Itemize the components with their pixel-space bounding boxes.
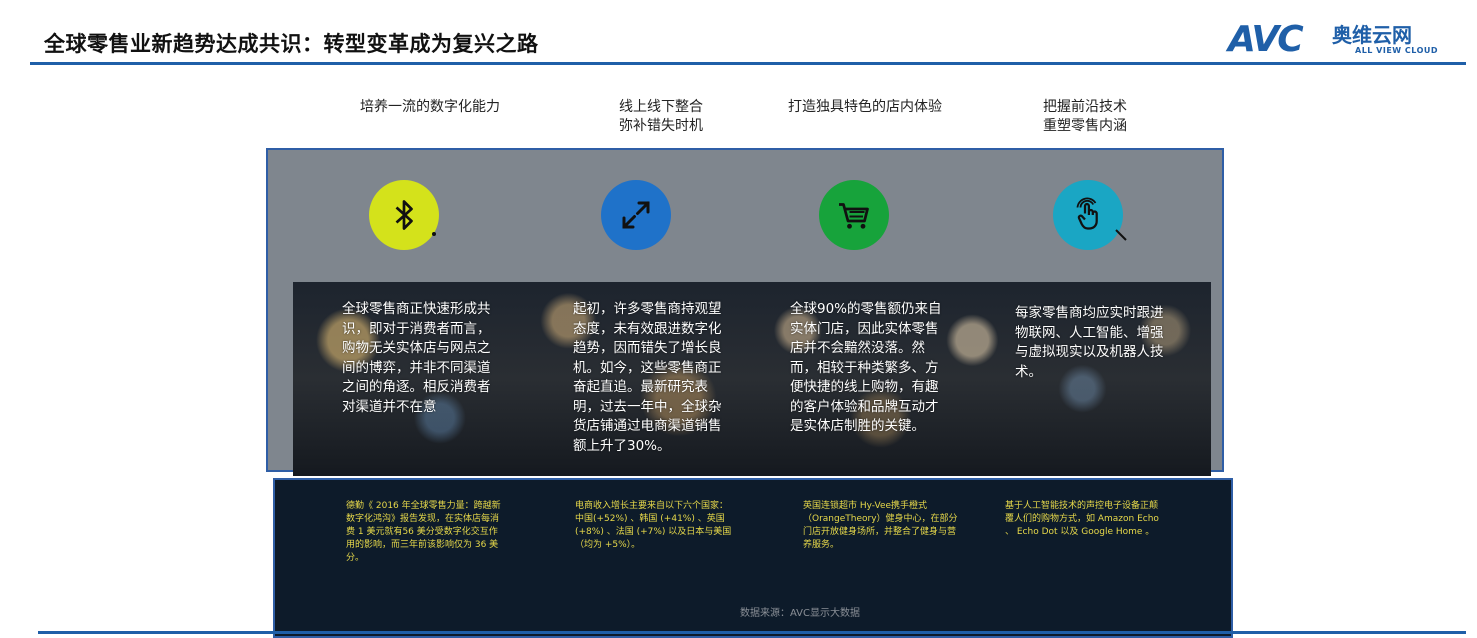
column-note-3: 英国连锁超市 Hy-Vee携手橙式（OrangeTheory）健身中心，在部分门… [803, 501, 958, 550]
column-body-2: 起初，许多零售商持观望态度，未有效跟进数字化趋势，因而错失了增长良机。如今，这些… [573, 301, 722, 454]
logo-en-name: ALL VIEW CLOUD [1355, 46, 1439, 55]
column-body-4: 每家零售商均应实时跟进物联网、人工智能、增强与虚拟现实以及机器人技术。 [1015, 305, 1164, 380]
column-heading-3: 打造独具特色的店内体验 [788, 99, 942, 115]
column-heading-1: 培养一流的数字化能力 [360, 99, 500, 115]
touch-hand-icon-circle [1053, 180, 1123, 250]
bluetooth-icon [395, 200, 413, 230]
expand-arrows-icon-circle [601, 180, 671, 250]
touch-hand-icon [1076, 197, 1098, 230]
column-note-2: 电商收入增长主要来自以下六个国家：中国(+52%) 、韩国 (+41%) 、英国… [575, 501, 732, 550]
header-divider [30, 62, 1466, 65]
shopping-cart-icon-circle [819, 180, 889, 250]
data-source: 数据来源：AVC显示大数据 [739, 608, 861, 619]
shopping-cart-icon [839, 203, 869, 229]
logo-cn-name: 奥维云网 [1332, 23, 1412, 47]
bluetooth-dot [432, 232, 436, 236]
column-heading-4: 把握前沿技术 重塑零售内涵 [1043, 99, 1127, 134]
column-note-4: 基于人工智能技术的声控电子设备正颠覆人们的购物方式，如 Amazon Echo … [1005, 501, 1159, 537]
column-body-3: 全球90%的零售额仍来自实体门店，因此实体零售店并不会黯然没落。然而，相较于种类… [790, 301, 942, 434]
logo-mark: AVC [1228, 19, 1304, 60]
column-body-1: 全球零售商正快速形成共识，即对于消费者而言，购物无关实体店与网点之间的博弈，并非… [342, 301, 491, 415]
expand-arrows-icon [622, 201, 650, 229]
footer-divider [38, 631, 1466, 634]
bluetooth-icon-circle [369, 180, 439, 250]
avc-logo: AVC 奥维云网 ALL VIEW CLOUD [1228, 18, 1468, 62]
column-note-1: 德勤《 2016 年全球零售力量：跨越新数字化鸿沟》报告发现，在实体店每消费 1… [346, 501, 501, 563]
page-title: 全球零售业新趋势达成共识：转型变革成为复兴之路 [44, 32, 539, 56]
touch-hand-accent-line [1115, 229, 1127, 241]
